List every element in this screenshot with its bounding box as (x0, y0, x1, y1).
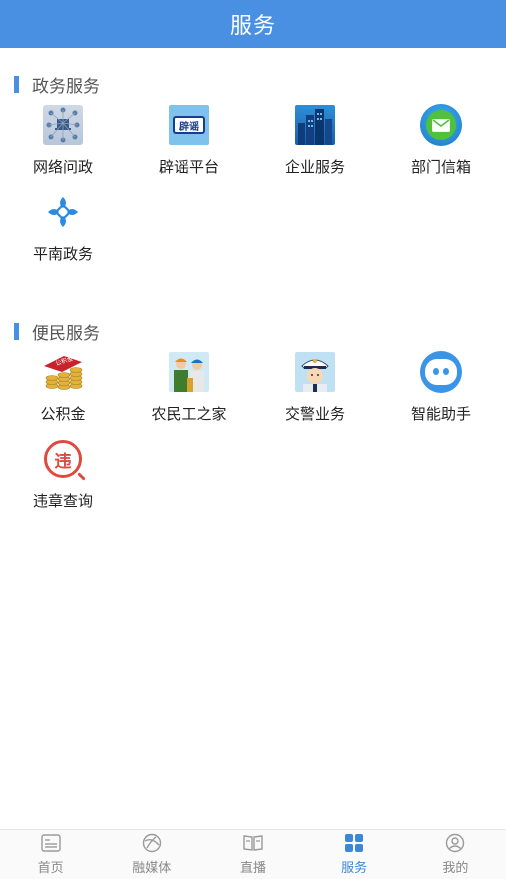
service-traffic-police[interactable]: 交警业务 (252, 351, 378, 438)
violation-search-icon: 违 (42, 438, 84, 480)
service-enterprise[interactable]: 企业服务 (252, 104, 378, 191)
tab-profile[interactable]: 我的 (405, 833, 506, 876)
city-buildings-icon (294, 104, 336, 146)
service-smart-assistant[interactable]: 智能助手 (378, 351, 504, 438)
fund-coins-icon: 公积金 (42, 351, 84, 393)
tab-label: 我的 (442, 861, 469, 876)
police-icon (294, 351, 336, 393)
live-book-icon (243, 833, 263, 853)
service-online-petition[interactable]: 网络问政 (0, 104, 126, 191)
rumor-sign-icon: 辟谣 (168, 104, 210, 146)
app-root: 服务 政务服务 网络问政 辟谣 辟谣平台 企业服务 部门信箱 平南政务 便民服务… (0, 0, 506, 879)
section-government-services: 政务服务 网络问政 辟谣 辟谣平台 企业服务 部门信箱 平南政务 (0, 70, 506, 278)
home-icon (40, 833, 61, 853)
service-migrant-workers-home[interactable]: 农民工之家 (126, 351, 252, 438)
tab-label: 融媒体 (132, 861, 172, 876)
service-label: 农民工之家 (151, 405, 227, 423)
section-title: 便民服务 (32, 323, 100, 344)
section-accent-bar (14, 75, 19, 93)
service-label: 交警业务 (284, 405, 345, 423)
service-department-mailbox[interactable]: 部门信箱 (378, 104, 504, 191)
service-violation-query[interactable]: 违 违章查询 (0, 438, 126, 525)
tab-label: 服务 (341, 861, 368, 876)
services-grid-icon (344, 833, 364, 853)
section-header: 便民服务 (0, 317, 506, 345)
mail-icon (420, 104, 462, 146)
service-pingnan-government[interactable]: 平南政务 (0, 191, 126, 278)
tab-label: 直播 (239, 861, 266, 876)
page-title: 服务 (229, 14, 276, 39)
bottom-tab-bar: 首页 融媒体 直播 服务 我的 (0, 829, 506, 879)
knot-icon (42, 191, 84, 233)
service-label: 网络问政 (32, 158, 93, 176)
service-grid: 网络问政 辟谣 辟谣平台 企业服务 部门信箱 平南政务 (0, 104, 506, 278)
service-grid: 公积金 公积金 农民工之家 交警业务 智能助手 违 违章查询 (0, 351, 506, 525)
service-label: 平南政务 (32, 245, 93, 263)
service-label: 智能助手 (410, 405, 471, 423)
tab-media[interactable]: 融媒体 (101, 833, 202, 876)
robot-icon (420, 351, 462, 393)
section-accent-bar (14, 322, 19, 340)
media-globe-icon (142, 833, 162, 853)
section-title: 政务服务 (32, 76, 100, 97)
tab-home[interactable]: 首页 (0, 833, 101, 876)
service-label: 违章查询 (32, 492, 93, 510)
service-label: 部门信箱 (410, 158, 471, 176)
profile-icon (445, 833, 465, 853)
service-label: 辟谣平台 (158, 158, 219, 176)
rumor-sign-text: 辟谣 (173, 116, 205, 134)
network-icon (42, 104, 84, 146)
violation-icon-text: 违 (44, 440, 82, 478)
workers-icon (168, 351, 210, 393)
tab-label: 首页 (37, 861, 64, 876)
service-label: 公积金 (40, 405, 86, 423)
section-convenience-services: 便民服务 公积金 公积金 农民工之家 交警业务 智能助手 违 违章查询 (0, 317, 506, 525)
top-bar: 服务 (0, 0, 506, 48)
tab-services[interactable]: 服务 (304, 833, 405, 876)
service-label: 企业服务 (284, 158, 345, 176)
service-housing-fund[interactable]: 公积金 公积金 (0, 351, 126, 438)
tab-live[interactable]: 直播 (202, 833, 303, 876)
service-rumor-platform[interactable]: 辟谣 辟谣平台 (126, 104, 252, 191)
section-header: 政务服务 (0, 70, 506, 98)
